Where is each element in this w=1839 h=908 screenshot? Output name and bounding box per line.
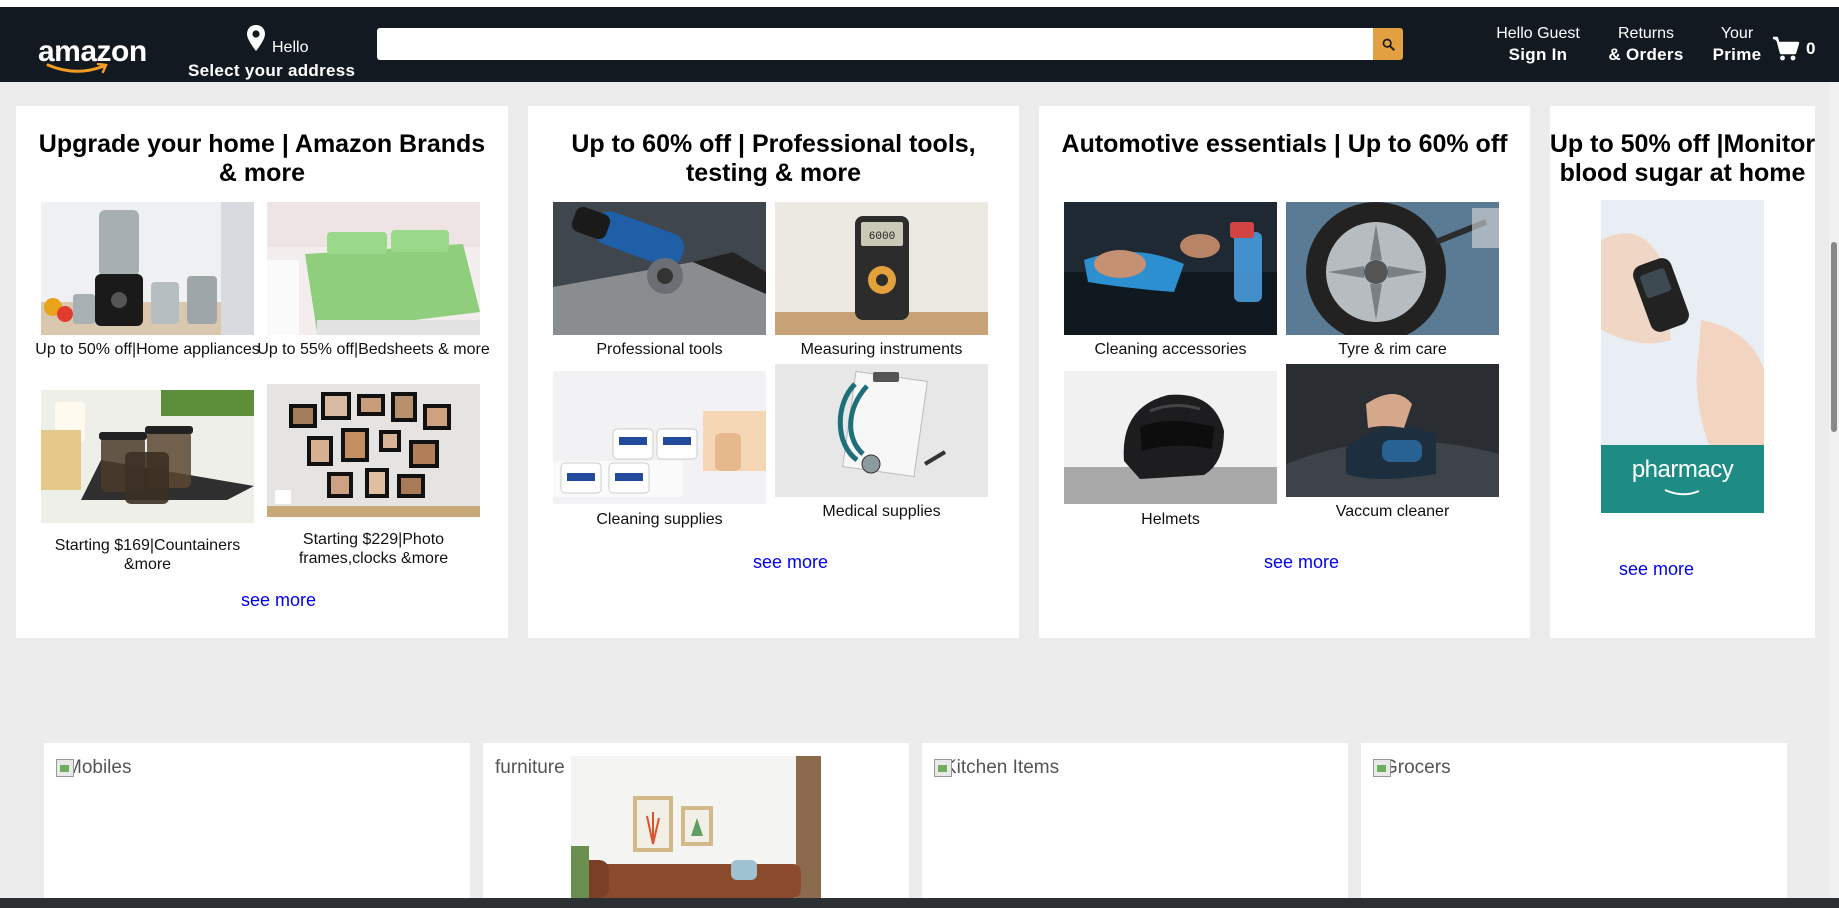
angle-grinder-image (553, 202, 766, 335)
returns-label: Returns (1617, 25, 1675, 42)
card-title: Automotive essentials | Up to 60% off (1061, 130, 1508, 158)
box-label-text: Kitchen Items (944, 757, 1060, 778)
tile-label: Measuring instruments (800, 341, 963, 358)
smile-arrow-icon (46, 63, 108, 74)
account-sign-in[interactable]: Hello Guest Sign In (1486, 23, 1590, 65)
tyre-rim-image (1286, 202, 1499, 335)
search-input[interactable] (377, 28, 1373, 60)
search-button[interactable] (1373, 28, 1403, 60)
broken-image-icon (1373, 759, 1391, 777)
mixer-grinder-image (41, 202, 254, 335)
card-title: Upgrade your home | Amazon Brands & more (38, 130, 486, 187)
select-address[interactable]: Hello Select your address (186, 21, 371, 80)
box-label-text: Grocers (1383, 757, 1451, 778)
cart-count: 0 (1806, 39, 1816, 58)
tile-label: Starting $229|Photo frames,clocks &more (298, 531, 449, 567)
card-title: Up to 60% off | Professional tools, test… (571, 130, 976, 187)
tile-label: Cleaning accessories (1094, 341, 1247, 358)
card-pharmacy: Up to 50% off |Monitor blood sugar at ho… (1550, 106, 1815, 638)
top-strip (0, 0, 1839, 7)
card-home-upgrade: Upgrade your home | Amazon Brands & more… (16, 106, 508, 638)
cart-button[interactable]: 0 (1772, 31, 1822, 67)
tile-label: Cleaning supplies (596, 511, 723, 528)
photo-frames-image (267, 384, 480, 517)
box-label-text: Mobiles (66, 757, 132, 778)
card-automotive: Automotive essentials | Up to 60% off Cl… (1039, 106, 1530, 638)
see-more-link[interactable]: see more (1619, 559, 1694, 580)
page-scrollbar[interactable] (1829, 82, 1839, 898)
box-mobiles[interactable]: Mobiles (44, 743, 470, 899)
navbar: amazon Hello Select your address Hello G… (0, 7, 1839, 82)
tile-label: Professional tools (596, 341, 723, 358)
search-icon (1382, 38, 1395, 51)
prime-line1: Your (1720, 25, 1754, 42)
car-cleaning-image (1064, 202, 1277, 335)
stethoscope-image (775, 364, 988, 497)
green-bed-image (267, 202, 480, 335)
box-label: Kitchen Items (934, 757, 1059, 779)
svg-text:6000: 6000 (869, 231, 895, 243)
pharmacy-text: pharmacy (1631, 456, 1734, 483)
tile-label: Starting $169|Countainers &more (54, 537, 241, 573)
orders-label: & Orders (1608, 45, 1684, 64)
tile-label: Vaccum cleaner (1335, 503, 1450, 520)
see-more-link[interactable]: see more (1264, 552, 1339, 573)
shopping-cart-icon (1773, 36, 1800, 61)
box-kitchen-items[interactable]: Kitchen Items (922, 743, 1348, 899)
account-greeting: Hello Guest (1496, 25, 1580, 42)
prime-line2: Prime (1712, 45, 1762, 64)
cleaning-rolls-image (553, 371, 766, 504)
amazon-logo[interactable]: amazon (38, 35, 150, 79)
taskbar-strip (0, 898, 1839, 908)
tile-blood-sugar[interactable]: pharmacy (1601, 200, 1764, 513)
search-bar (377, 28, 1403, 60)
returns-orders[interactable]: Returns & Orders (1594, 23, 1698, 65)
tile-label: Up to 55% off|Bedsheets & more (257, 341, 490, 358)
scrollbar-thumb[interactable] (1831, 242, 1837, 432)
pharmacy-smile-icon (1664, 489, 1700, 496)
helmet-image (1064, 371, 1277, 504)
sign-in-label: Sign In (1508, 45, 1568, 64)
hello-text: Hello (272, 39, 309, 56)
box-label-text: furniture (495, 757, 565, 778)
storage-containers-image (41, 390, 254, 523)
card-professional-tools: Up to 60% off | Professional tools, test… (528, 106, 1019, 638)
car-vacuum-image (1286, 364, 1499, 497)
tile-label: Tyre & rim care (1338, 341, 1447, 358)
box-label: Mobiles (56, 757, 131, 779)
multimeter-image: 6000 (775, 202, 988, 335)
box-grocers[interactable]: Grocers (1361, 743, 1787, 899)
address-label: Select your address (188, 61, 356, 80)
furniture-image (571, 756, 821, 898)
location-pin-icon (247, 25, 265, 51)
see-more-link[interactable]: see more (753, 552, 828, 573)
broken-image-icon (56, 759, 74, 777)
box-label: furniture (495, 757, 565, 779)
tile-label: Medical supplies (822, 503, 941, 520)
tile-label: Up to 50% off|Home appliances (35, 341, 260, 358)
card-title: Up to 50% off |Monitor blood sugar at ho… (1549, 130, 1816, 187)
box-furniture[interactable]: furniture (483, 743, 909, 899)
tile-label: Helmets (1141, 511, 1200, 528)
broken-image-icon (934, 759, 952, 777)
your-prime[interactable]: Your Prime (1702, 23, 1772, 65)
box-label: Grocers (1373, 757, 1451, 779)
see-more-link[interactable]: see more (241, 590, 316, 611)
